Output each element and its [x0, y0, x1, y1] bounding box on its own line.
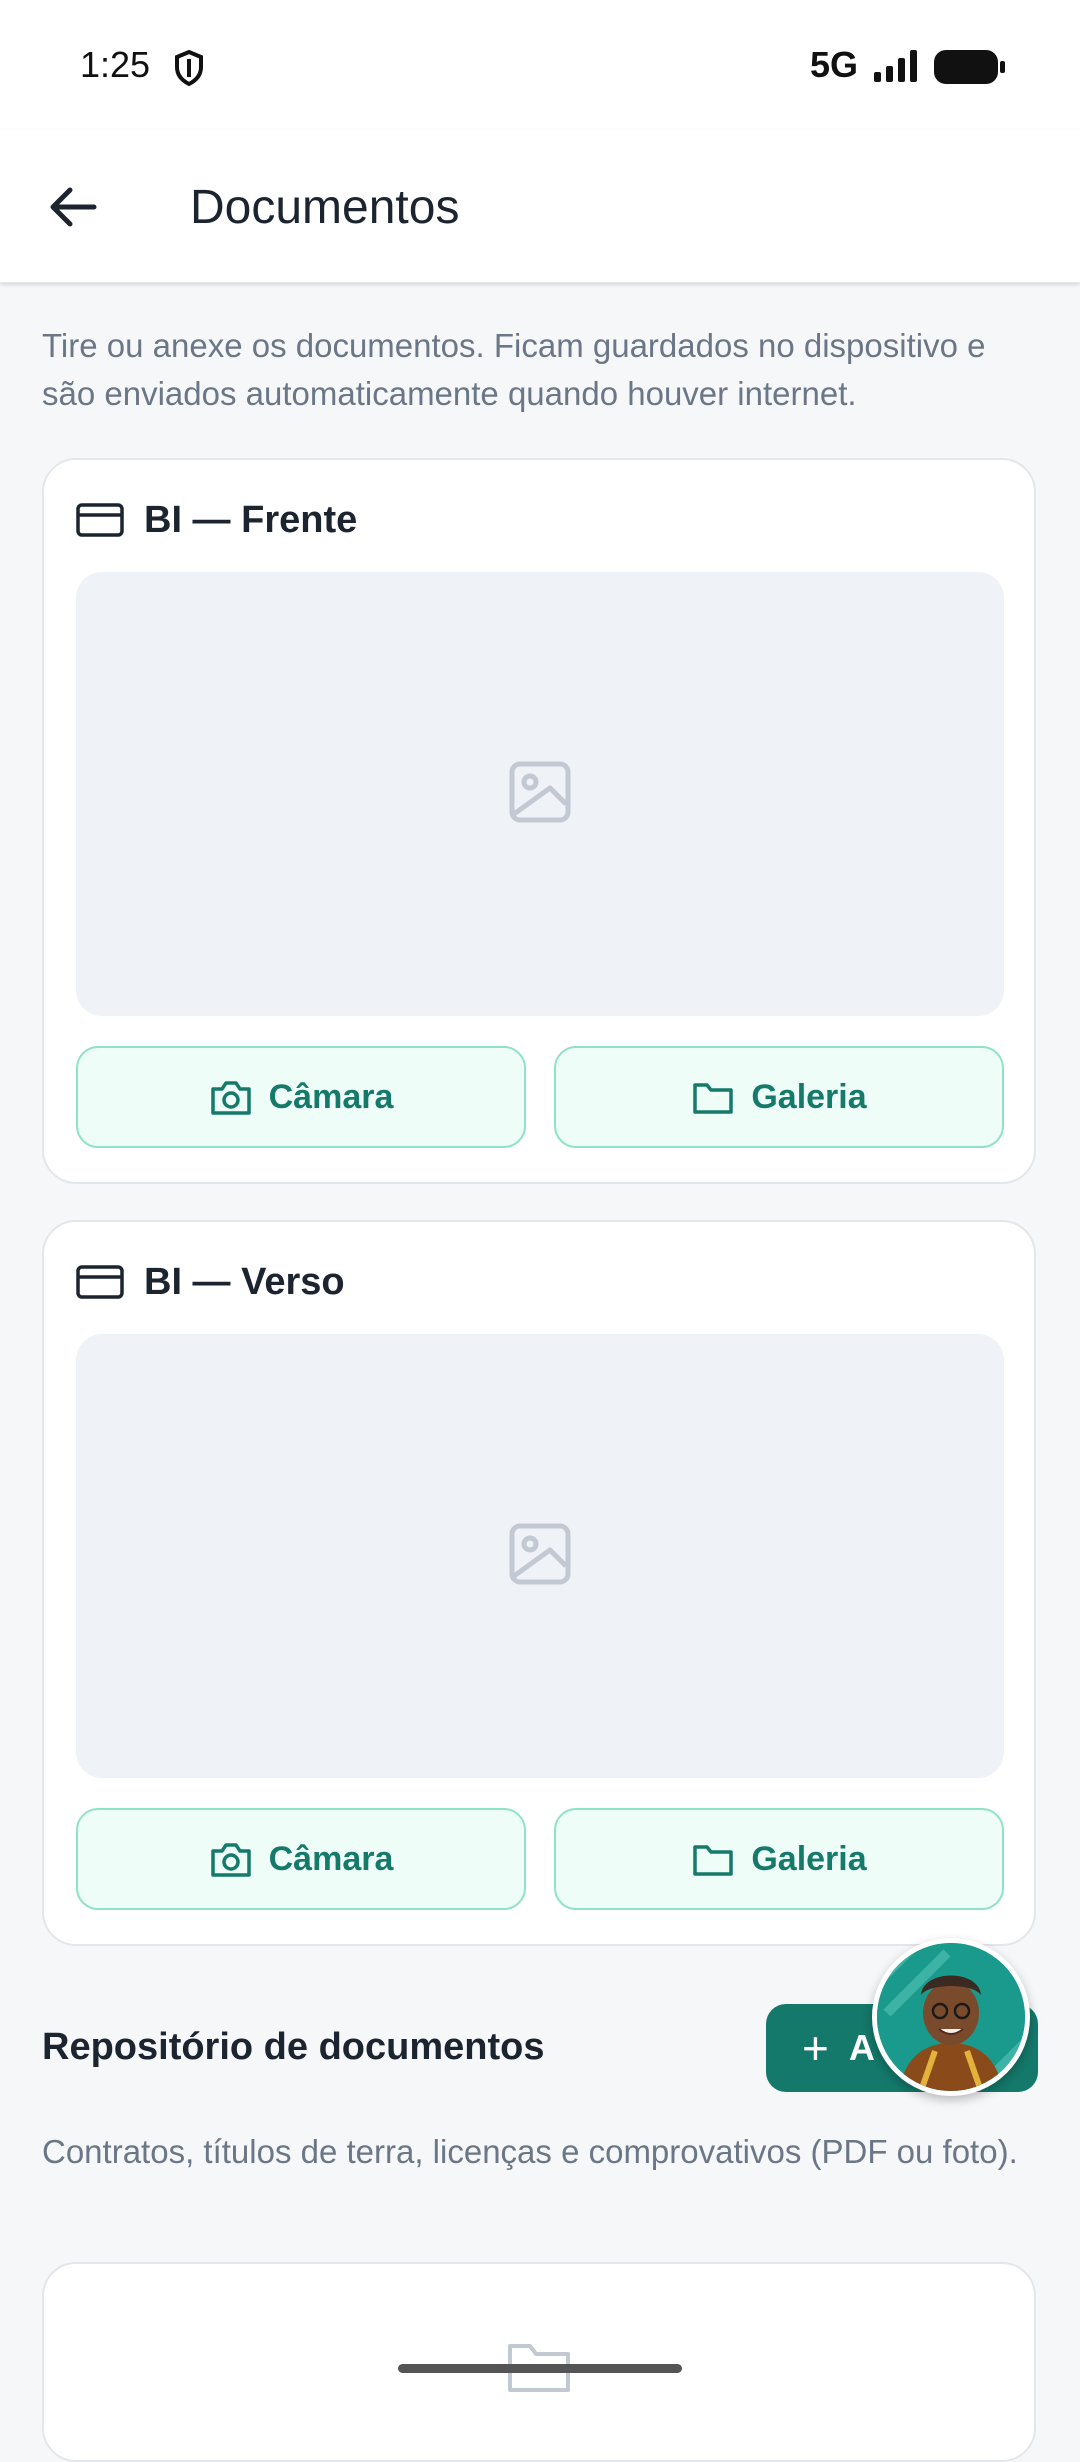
battery-icon [934, 50, 1005, 84]
shield-icon [175, 50, 203, 86]
gallery-button[interactable]: Galeria [554, 1046, 1004, 1148]
home-indicator[interactable] [398, 2364, 682, 2373]
folder-icon [693, 1845, 734, 1876]
status-time: 1:25 [80, 44, 151, 85]
repository-list [42, 2262, 1036, 2462]
assistant-avatar-image [877, 1943, 1025, 2091]
plus-icon: + [802, 2022, 829, 2074]
id-card-icon [76, 503, 124, 537]
card-header: BI — Verso [76, 1260, 345, 1304]
camera-button-label: Câmara [268, 1077, 394, 1116]
assistant-avatar[interactable] [872, 1938, 1030, 2096]
repository-title: Repositório de documentos [42, 2026, 545, 2068]
image-preview[interactable] [76, 1334, 1004, 1778]
app-bar: Documentos [0, 130, 1080, 283]
add-document-label: A [848, 2027, 875, 2068]
arrow-left-icon[interactable] [38, 172, 108, 242]
camera-button-label: Câmara [268, 1839, 394, 1878]
document-card-bi-verso: BI — Verso Câmara Galeria [42, 1220, 1036, 1946]
repository-description: Contratos, títulos de terra, licenças e … [42, 2133, 1018, 2170]
page-title: Documentos [190, 181, 460, 234]
id-card-icon [76, 1265, 124, 1299]
signal-icon [874, 50, 917, 82]
image-preview[interactable] [76, 572, 1004, 1016]
intro-text: Tire ou anexe os documentos. Ficam guard… [42, 327, 986, 412]
gallery-button-label: Galeria [751, 1839, 867, 1878]
camera-icon [210, 1081, 251, 1115]
status-bar: 1:25 5G [0, 0, 1080, 130]
card-header: BI — Frente [76, 498, 357, 542]
card-title: BI — Frente [144, 498, 358, 541]
gallery-button-label: Galeria [751, 1077, 867, 1116]
folder-icon [693, 1083, 734, 1114]
camera-button[interactable]: Câmara [76, 1808, 526, 1910]
image-placeholder-icon [509, 1523, 571, 1585]
gallery-button[interactable]: Galeria [554, 1808, 1004, 1910]
card-title: BI — Verso [144, 1260, 345, 1303]
image-placeholder-icon [509, 761, 571, 823]
camera-icon [210, 1843, 251, 1877]
camera-button[interactable]: Câmara [76, 1046, 526, 1148]
document-card-bi-frente: BI — Frente Câmara Galeria [42, 458, 1036, 1184]
network-type: 5G [810, 44, 859, 85]
